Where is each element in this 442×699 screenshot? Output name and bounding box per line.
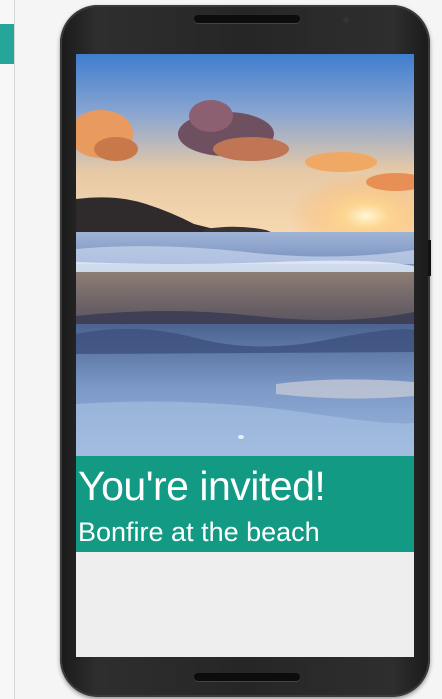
beach-sunset-image <box>76 54 414 456</box>
top-speaker-icon <box>194 15 300 23</box>
phone-frame: You're invited! Bonfire at the beach <box>60 5 431 697</box>
accent-bar <box>0 24 14 64</box>
invitation-banner[interactable]: You're invited! Bonfire at the beach <box>76 456 414 552</box>
bottom-speaker-icon <box>194 673 300 681</box>
invitation-subtitle: Bonfire at the beach <box>78 517 320 547</box>
left-panel <box>0 0 15 699</box>
invitation-title: You're invited! <box>78 463 326 509</box>
phone-screen: You're invited! Bonfire at the beach <box>76 54 414 657</box>
power-button[interactable] <box>428 240 431 276</box>
front-camera-icon <box>343 17 349 23</box>
